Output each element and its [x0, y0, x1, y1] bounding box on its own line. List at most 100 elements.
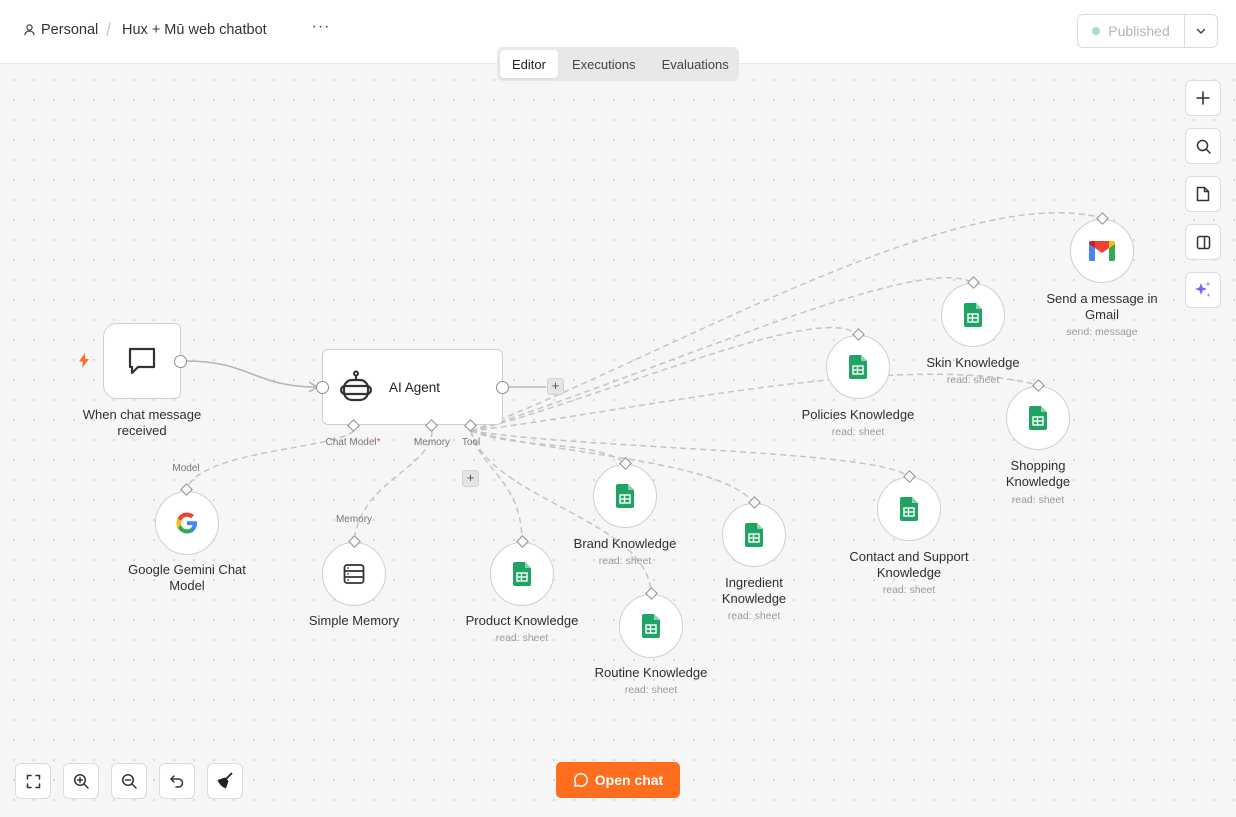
gmail-sub: send: message: [1066, 326, 1138, 338]
add-sticky-note-button[interactable]: [1185, 176, 1221, 212]
memory-port-label: Memory: [413, 437, 451, 448]
add-node-after-agent-button[interactable]: +: [547, 378, 564, 395]
tool-port-label: Tool: [461, 437, 481, 448]
view-tabs: Editor Executions Evaluations: [497, 47, 739, 81]
node-skin-knowledge[interactable]: [941, 283, 1005, 347]
agent-input-handle[interactable]: [316, 381, 329, 394]
chat-bubble-icon: [128, 347, 156, 375]
tab-editor[interactable]: Editor: [500, 50, 558, 78]
sparkle-icon: [1195, 281, 1211, 297]
zoom-in-icon: [73, 773, 89, 789]
node-product-knowledge[interactable]: [490, 542, 554, 606]
gmail-icon: [1089, 241, 1115, 261]
zoom-out-icon: [121, 773, 137, 789]
search-nodes-button[interactable]: [1185, 128, 1221, 164]
undo-button[interactable]: [159, 763, 195, 799]
open-chat-button[interactable]: Open chat: [556, 762, 680, 798]
plus-icon: [1196, 91, 1210, 105]
google-sheets-icon: [513, 562, 531, 586]
search-icon: [1196, 139, 1211, 154]
fit-view-icon: [26, 774, 40, 788]
chat-icon: [573, 773, 588, 787]
add-tool-button[interactable]: +: [462, 470, 479, 487]
ingredient-knowledge-sub: read: sheet: [727, 610, 781, 622]
ai-agent-label: AI Agent: [389, 379, 441, 395]
zoom-out-button[interactable]: [111, 763, 147, 799]
contact-knowledge-label: Contact and Support Knowledge: [849, 549, 969, 580]
tab-executions[interactable]: Executions: [560, 50, 648, 78]
skin-knowledge-sub: read: sheet: [946, 374, 1000, 386]
breadcrumb-personal[interactable]: Personal: [24, 22, 98, 38]
google-sheets-icon: [745, 523, 763, 547]
shopping-knowledge-label: Shopping Knowledge: [1005, 458, 1071, 489]
required-marker: *: [376, 437, 381, 448]
contact-knowledge-sub: read: sheet: [882, 584, 936, 596]
tidy-up-button[interactable]: [207, 763, 243, 799]
chevron-down-icon: [1196, 28, 1206, 34]
node-chat-trigger[interactable]: [103, 323, 181, 399]
undo-icon: [170, 775, 184, 788]
policies-knowledge-sub: read: sheet: [831, 426, 885, 438]
node-ai-agent[interactable]: AI Agent: [322, 349, 503, 425]
gmail-label: Send a message in Gmail: [1046, 291, 1158, 322]
shopping-knowledge-sub: read: sheet: [1011, 494, 1065, 506]
ai-assistant-button[interactable]: [1185, 272, 1221, 308]
agent-output-handle[interactable]: [496, 381, 509, 394]
workflow-title[interactable]: Hux + Mū web chatbot: [122, 22, 267, 38]
simple-memory-label: Simple Memory: [308, 613, 400, 628]
node-contact-support-knowledge[interactable]: [877, 477, 941, 541]
chat-trigger-label: When chat message received: [82, 407, 202, 438]
node-gmail[interactable]: [1070, 219, 1134, 283]
simple-memory-port-label: Memory: [335, 514, 373, 525]
google-sheets-icon: [900, 497, 918, 521]
open-chat-label: Open chat: [594, 772, 664, 788]
tab-evaluations[interactable]: Evaluations: [650, 50, 741, 78]
google-icon: [176, 512, 197, 534]
fit-view-button[interactable]: [15, 763, 51, 799]
add-node-button[interactable]: [1185, 80, 1221, 116]
publish-dropdown-button[interactable]: [1185, 15, 1217, 47]
ingredient-knowledge-label: Ingredient Knowledge: [721, 575, 787, 606]
node-ingredient-knowledge[interactable]: [722, 503, 786, 567]
node-brand-knowledge[interactable]: [593, 464, 657, 528]
google-sheets-icon: [1029, 406, 1047, 430]
database-icon: [343, 564, 365, 584]
product-knowledge-sub: read: sheet: [495, 632, 549, 644]
zoom-in-button[interactable]: [63, 763, 99, 799]
publish-status-control: Published: [1077, 14, 1218, 48]
routine-knowledge-sub: read: sheet: [624, 684, 678, 696]
lightning-icon: [79, 353, 89, 368]
node-simple-memory[interactable]: [322, 542, 386, 606]
google-sheets-icon: [616, 484, 634, 508]
chat-model-port-text: Chat Model: [325, 437, 377, 448]
gemini-label: Google Gemini Chat Model: [128, 562, 246, 593]
node-shopping-knowledge[interactable]: [1006, 386, 1070, 450]
broom-icon: [217, 772, 233, 789]
user-icon: [24, 24, 35, 36]
chat-model-port-label: Chat Model*: [325, 437, 380, 448]
panel-icon: [1196, 235, 1210, 249]
product-knowledge-label: Product Knowledge: [465, 613, 579, 628]
more-options-button[interactable]: ···: [310, 18, 332, 42]
google-sheets-icon: [964, 303, 982, 327]
published-button[interactable]: Published: [1078, 15, 1185, 47]
node-policies-knowledge[interactable]: [826, 335, 890, 399]
node-routine-knowledge[interactable]: [619, 594, 683, 658]
sticky-note-icon: [1196, 186, 1210, 202]
breadcrumb-separator: /: [106, 20, 112, 40]
policies-knowledge-label: Policies Knowledge: [801, 407, 915, 422]
google-sheets-icon: [849, 355, 867, 379]
robot-icon: [339, 370, 373, 402]
brand-knowledge-label: Brand Knowledge: [573, 536, 677, 551]
routine-knowledge-label: Routine Knowledge: [594, 665, 708, 680]
node-google-gemini[interactable]: [155, 491, 219, 555]
breadcrumb-personal-label: Personal: [41, 22, 99, 38]
skin-knowledge-label: Skin Knowledge: [926, 355, 1020, 370]
google-sheets-icon: [642, 614, 660, 638]
brand-knowledge-sub: read: sheet: [598, 555, 652, 567]
gemini-port-label: Model: [172, 463, 200, 474]
toggle-panel-button[interactable]: [1185, 224, 1221, 260]
published-label: Published: [1108, 23, 1170, 39]
trigger-output-handle[interactable]: [174, 355, 187, 368]
status-dot: [1092, 27, 1101, 35]
